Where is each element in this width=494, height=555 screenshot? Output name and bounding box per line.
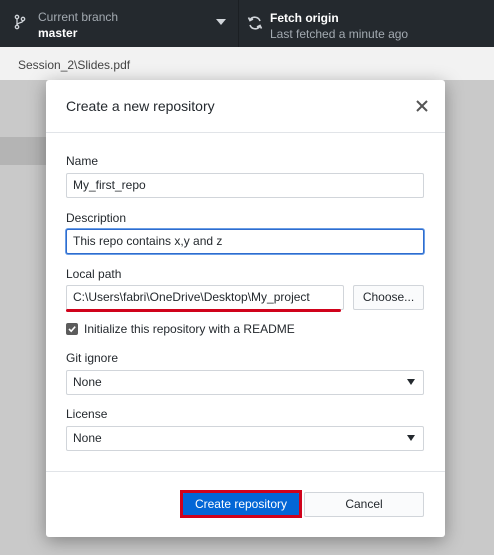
description-label: Description <box>66 211 127 225</box>
file-path-text: Session_2\Slides.pdf <box>18 58 131 72</box>
fetch-origin-title: Fetch origin <box>270 11 339 25</box>
annotation-highlight-box <box>180 490 302 518</box>
dialog-header: Create a new repository <box>46 80 445 133</box>
git-ignore-label: Git ignore <box>66 351 119 365</box>
dialog-footer-divider <box>46 471 445 472</box>
chevron-down-icon <box>407 435 415 441</box>
dialog-title: Create a new repository <box>66 98 215 114</box>
name-label: Name <box>66 154 99 168</box>
sync-icon <box>247 15 263 31</box>
close-icon[interactable] <box>412 96 432 116</box>
license-select[interactable]: None <box>66 426 424 451</box>
license-label: License <box>66 407 108 421</box>
git-branch-icon <box>14 14 30 30</box>
chevron-down-icon <box>407 379 415 385</box>
description-input[interactable]: This repo contains x,y and z <box>66 229 424 254</box>
file-path-bar: Session_2\Slides.pdf <box>0 47 494 81</box>
fetch-origin-button[interactable]: Fetch origin Last fetched a minute ago <box>239 0 494 47</box>
checkmark-icon <box>68 326 76 333</box>
license-value: None <box>73 431 102 445</box>
local-path-label: Local path <box>66 267 122 281</box>
app-toolbar: Current branch master Fetch origin Last … <box>0 0 494 47</box>
readme-checkbox[interactable] <box>66 323 78 335</box>
cancel-button[interactable]: Cancel <box>304 492 424 517</box>
name-input[interactable]: My_first_repo <box>66 173 424 198</box>
annotation-underline <box>66 309 341 312</box>
local-path-input[interactable]: C:\Users\fabri\OneDrive\Desktop\My_proje… <box>66 285 344 310</box>
choose-path-button[interactable]: Choose... <box>353 285 424 310</box>
current-branch-title: Current branch <box>38 10 119 24</box>
current-branch-button[interactable]: Current branch master <box>0 0 239 47</box>
readme-label: Initialize this repository with a README <box>84 322 295 336</box>
chevron-down-icon <box>216 19 226 25</box>
git-ignore-value: None <box>73 375 102 389</box>
current-branch-value: master <box>38 26 78 40</box>
fetch-origin-subtitle: Last fetched a minute ago <box>270 27 409 41</box>
git-ignore-select[interactable]: None <box>66 370 424 395</box>
background-selected-row <box>0 137 46 165</box>
create-repository-dialog: Create a new repository Name My_first_re… <box>46 80 445 537</box>
